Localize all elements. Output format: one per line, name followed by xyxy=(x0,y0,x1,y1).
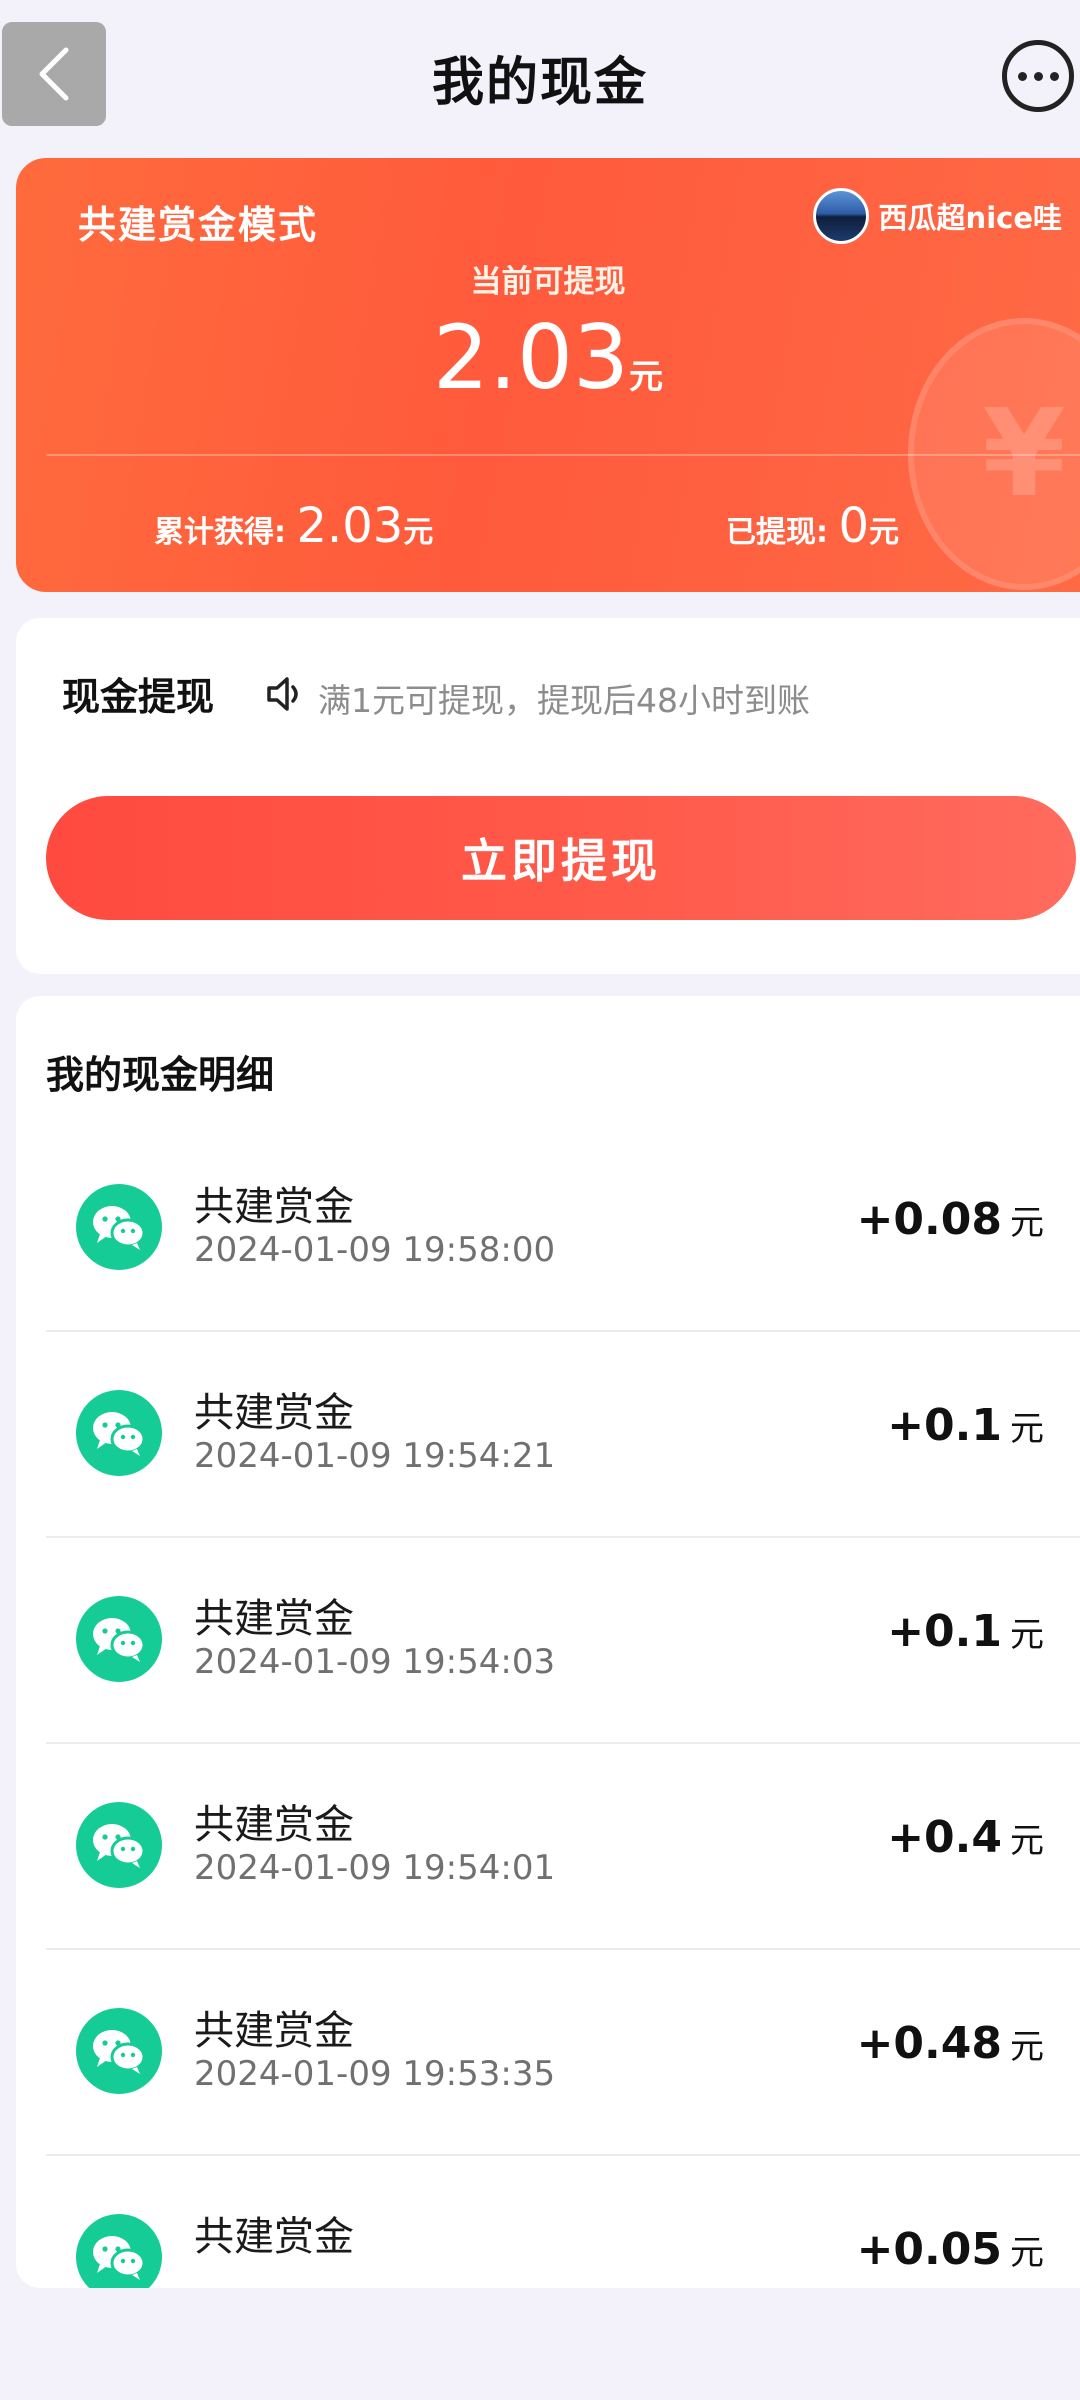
record-name: 共建赏金 xyxy=(194,1596,354,1642)
wechat-icon xyxy=(76,1390,162,1476)
record-time: 2024-01-09 19:54:01 xyxy=(194,1848,556,1888)
withdrawable-value: 2.03 xyxy=(433,306,629,409)
record-amount: +0.1 元 xyxy=(887,1400,1044,1451)
record-amount: +0.1 元 xyxy=(887,1606,1044,1657)
record-name: 共建赏金 xyxy=(194,2214,354,2260)
record-amount-value: +0.1 xyxy=(887,1606,1002,1657)
currency-unit: 元 xyxy=(628,357,663,397)
user-tag[interactable]: 西瓜超nice哇 xyxy=(812,188,1062,244)
record-amount-value: +0.48 xyxy=(856,2018,1002,2069)
more-options-button[interactable] xyxy=(1002,40,1074,112)
wechat-icon xyxy=(76,2214,162,2288)
total-earned-value: 2.03 xyxy=(296,498,404,554)
withdrawn-total: 已提现: 0元 xyxy=(726,498,899,554)
withdrawable-amount: 2.03元 xyxy=(16,306,1080,409)
currency-unit: 元 xyxy=(1010,2027,1044,2067)
record-time: 2024-01-09 19:54:03 xyxy=(194,1642,556,1682)
record-amount: +0.08 元 xyxy=(857,1194,1044,1245)
total-earned: 累计获得: 2.03元 xyxy=(154,498,433,554)
record-name: 共建赏金 xyxy=(194,1802,354,1848)
wechat-icon xyxy=(76,1596,162,1682)
withdraw-title: 现金提现 xyxy=(62,675,215,719)
list-item[interactable]: 共建赏金 2024-01-09 19:53:35 +0.48 元 xyxy=(16,1950,1080,2156)
wechat-icon xyxy=(76,2008,162,2094)
record-amount-value: +0.4 xyxy=(887,1812,1002,1863)
currency-unit: 元 xyxy=(1010,1821,1044,1861)
record-name: 共建赏金 xyxy=(194,2008,354,2054)
divider xyxy=(46,454,1080,456)
list-item[interactable]: 共建赏金 2024-01-09 19:54:21 +0.1 元 xyxy=(16,1332,1080,1538)
record-time: 2024-01-09 19:53:35 xyxy=(194,2054,556,2094)
currency-unit: 元 xyxy=(1010,1203,1044,1243)
record-amount: +0.05 元 xyxy=(857,2224,1044,2275)
detail-title: 我的现金明细 xyxy=(46,1053,275,1097)
record-time: 2024-01-09 19:54:21 xyxy=(194,1436,556,1476)
list-item[interactable]: 共建赏金 2024-01-09 19:58:00 +0.08 元 xyxy=(16,1126,1080,1332)
record-name: 共建赏金 xyxy=(194,1390,354,1436)
more-dot-icon xyxy=(1017,71,1027,81)
withdrawn-label: 已提现: xyxy=(726,515,828,550)
withdraw-card: 现金提现 满1元可提现，提现后48小时到账 立即提现 xyxy=(16,618,1080,974)
record-amount-value: +0.1 xyxy=(887,1400,1002,1451)
currency-unit: 元 xyxy=(1010,1409,1044,1449)
wechat-icon xyxy=(76,1184,162,1270)
withdrawn-value: 0 xyxy=(838,498,869,554)
withdraw-tip: 满1元可提现，提现后48小时到账 xyxy=(318,681,810,720)
currency-unit: 元 xyxy=(1010,1615,1044,1655)
record-amount: +0.48 元 xyxy=(857,2018,1044,2069)
currency-unit: 元 xyxy=(403,515,434,550)
record-amount: +0.4 元 xyxy=(887,1812,1044,1863)
list-item[interactable]: 共建赏金 +0.05 元 xyxy=(16,2156,1080,2288)
more-dot-icon xyxy=(1049,71,1059,81)
cash-detail-card: 我的现金明细 共建赏金 2024-01-09 19:58:00 +0.08元 xyxy=(16,996,1080,2288)
user-name: 西瓜超nice哇 xyxy=(878,201,1062,235)
balance-card: ¥ 共建赏金模式 西瓜超nice哇 当前可提现 2.03元 累计获得: 2.03… xyxy=(16,158,1080,592)
avatar xyxy=(812,188,869,244)
record-amount-value: +0.08 xyxy=(856,1194,1002,1245)
wechat-icon xyxy=(76,1802,162,1888)
record-amount-value: +0.05 xyxy=(856,2224,1002,2275)
record-time: 2024-01-09 19:58:00 xyxy=(194,1230,556,1270)
page-title: 我的现金 xyxy=(431,53,648,113)
total-earned-label: 累计获得: xyxy=(154,515,286,550)
currency-unit: 元 xyxy=(1010,2233,1044,2273)
more-dot-icon xyxy=(1033,71,1043,81)
speaker-icon xyxy=(267,677,298,711)
record-list: 共建赏金 2024-01-09 19:58:00 +0.08 元 共建赏金 202… xyxy=(16,1126,1080,2288)
withdraw-now-button[interactable]: 立即提现 xyxy=(46,796,1076,920)
record-name: 共建赏金 xyxy=(194,1184,354,1230)
top-bar: 我的现金 xyxy=(0,0,1080,150)
withdrawable-label: 当前可提现 xyxy=(470,264,626,300)
mode-label: 共建赏金模式 xyxy=(78,203,319,247)
list-item[interactable]: 共建赏金 2024-01-09 19:54:01 +0.4 元 xyxy=(16,1744,1080,1950)
currency-unit: 元 xyxy=(869,515,899,550)
list-item[interactable]: 共建赏金 2024-01-09 19:54:03 +0.1 元 xyxy=(16,1538,1080,1744)
